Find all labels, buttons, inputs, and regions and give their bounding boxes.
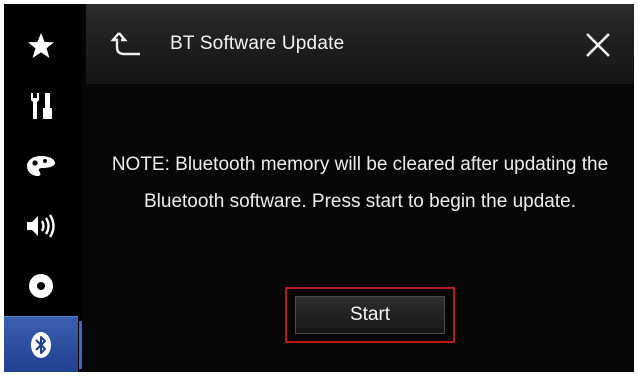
sidebar-item-theme[interactable] [4,138,78,194]
start-button[interactable]: Start [295,296,445,334]
sidebar-item-favorites[interactable] [4,18,78,74]
settings-tools-icon [27,90,55,122]
head-unit-screen: BT Software Update NOTE: Bluetooth memor… [4,4,634,372]
close-icon[interactable] [584,31,612,59]
sidebar-item-audio[interactable] [4,198,78,254]
bluetooth-icon [29,330,53,360]
sidebar [4,4,82,372]
sidebar-item-settings[interactable] [4,78,78,134]
update-note: NOTE: Bluetooth memory will be cleared a… [111,154,609,212]
start-button-focus-frame: Start [285,287,455,343]
theme-palette-icon [26,154,56,178]
page-title: BT Software Update [170,33,345,54]
star-icon [27,32,55,60]
back-icon[interactable] [110,30,144,58]
sidebar-item-disc[interactable] [4,258,78,314]
disc-icon [27,272,55,300]
header-bar: BT Software Update [86,4,634,84]
main-panel: BT Software Update NOTE: Bluetooth memor… [86,4,634,372]
sidebar-item-bluetooth[interactable] [4,316,82,372]
audio-speaker-icon [25,213,57,239]
